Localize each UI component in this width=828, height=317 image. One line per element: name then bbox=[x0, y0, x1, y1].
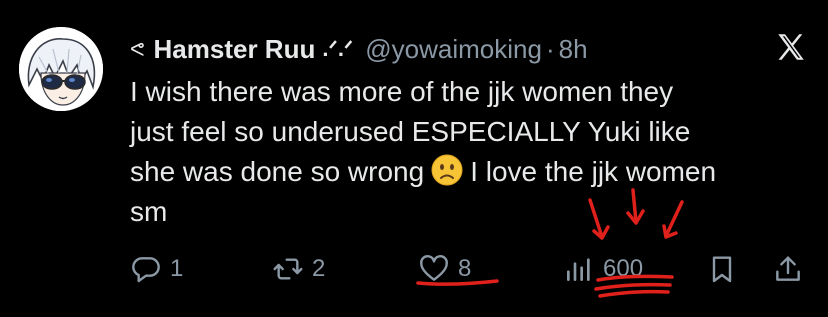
tweet-text-fragment: she was done so wrong bbox=[130, 156, 425, 187]
author-handle[interactable]: @yowaimoking bbox=[365, 34, 542, 65]
tweet-actions: 1 2 8 600 bbox=[0, 246, 828, 296]
reply-icon bbox=[130, 253, 162, 285]
tweet-timestamp[interactable]: 8h bbox=[559, 34, 588, 65]
author-display-name[interactable]: Hamster Ruu bbox=[154, 34, 316, 65]
tweet-text-fragment: I love the jjk women bbox=[470, 156, 717, 187]
views-button[interactable]: 600 bbox=[563, 246, 643, 292]
header-separator: · bbox=[545, 33, 555, 64]
reply-button[interactable]: 1 bbox=[130, 246, 183, 292]
heart-icon bbox=[418, 253, 450, 285]
tweet-card[interactable]: ᕙ Hamster Ruu .ᐟ.ᐟ @yowaimoking · 8h I w… bbox=[0, 0, 828, 317]
slightly-frowning-face-emoji-icon bbox=[430, 153, 464, 187]
tweet-header: ᕙ Hamster Ruu .ᐟ.ᐟ @yowaimoking · 8h bbox=[130, 32, 588, 66]
avatar[interactable] bbox=[19, 27, 103, 111]
tweet-text: I wish there was more of the jjk women t… bbox=[130, 72, 820, 232]
share-icon bbox=[772, 253, 804, 285]
repost-icon bbox=[272, 253, 304, 285]
like-count: 8 bbox=[458, 255, 472, 282]
repost-button[interactable]: 2 bbox=[272, 246, 325, 292]
reply-count: 1 bbox=[170, 255, 184, 282]
name-decoration: .ᐟ.ᐟ bbox=[322, 36, 354, 61]
bookmark-button[interactable] bbox=[706, 246, 738, 292]
tweet-text-line: just feel so underused ESPECIALLY Yuki l… bbox=[130, 116, 691, 147]
repost-count: 2 bbox=[312, 255, 326, 282]
bookmark-icon bbox=[706, 253, 738, 285]
tweet-text-line: sm bbox=[130, 196, 168, 227]
analytics-icon bbox=[563, 253, 595, 285]
like-button[interactable]: 8 bbox=[418, 246, 471, 292]
view-count: 600 bbox=[603, 255, 644, 282]
tweet-text-line: I wish there was more of the jjk women t… bbox=[130, 76, 674, 107]
share-button[interactable] bbox=[772, 246, 804, 292]
name-prefix-glyph: ᕙ bbox=[130, 38, 145, 61]
x-logo-icon bbox=[774, 30, 808, 64]
tweet-text-line: she was done so wrong I love the jjk wom… bbox=[130, 152, 820, 192]
